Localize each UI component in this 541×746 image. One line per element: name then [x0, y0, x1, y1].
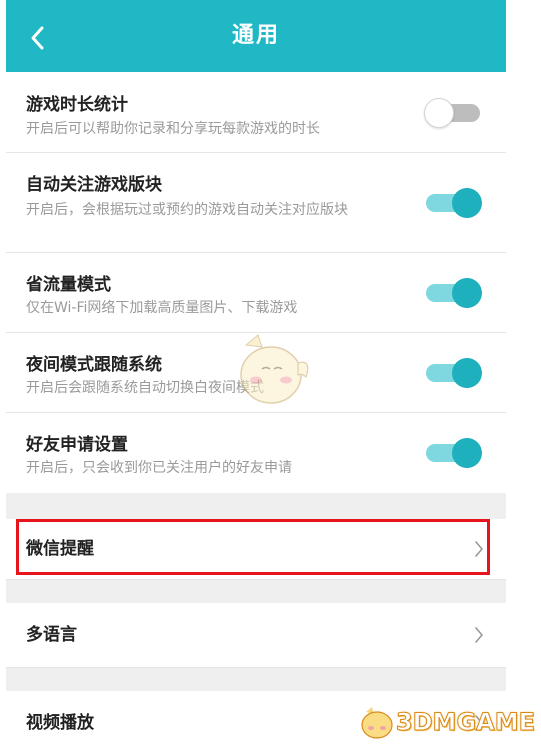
friend-requests-toggle[interactable] [424, 438, 482, 468]
chevron-right-icon [475, 715, 483, 731]
toggle-knob [424, 98, 454, 128]
setting-title: 游戏时长统计 [26, 95, 128, 115]
setting-title: 夜间模式跟随系统 [26, 355, 162, 375]
setting-data-saver: 省流量模式 仅在Wi-Fi网络下加载高质量图片、下载游戏 [6, 253, 506, 333]
section-divider [6, 668, 506, 691]
toggle-knob [452, 188, 482, 218]
setting-description: 开启后，只会收到你已关注用户的好友申请 [26, 460, 292, 476]
app-header: 通用 [6, 0, 506, 72]
section-divider [6, 493, 506, 519]
setting-title: 省流量模式 [26, 275, 111, 295]
wechat-reminder-row[interactable]: 微信提醒 [6, 519, 506, 580]
setting-description: 仅在Wi-Fi网络下加载高质量图片、下载游戏 [26, 300, 298, 316]
setting-game-time-stats: 游戏时长统计 开启后可以帮助你记录和分享玩每款游戏的时长 [6, 72, 506, 153]
page-title: 通用 [231, 23, 280, 48]
section-divider [6, 580, 506, 603]
row-label: 多语言 [26, 625, 77, 645]
settings-screen: 通用 游戏时长统计 开启后可以帮助你记录和分享玩每款游戏的时长 自动关注游戏版块… [6, 0, 506, 746]
setting-title: 自动关注游戏版块 [26, 175, 162, 195]
setting-friend-requests: 好友申请设置 开启后，只会收到你已关注用户的好友申请 [6, 413, 506, 493]
setting-description: 开启后可以帮助你记录和分享玩每款游戏的时长 [26, 121, 320, 137]
setting-description: 开启后会跟随系统自动切换白夜间模式 [26, 380, 264, 396]
setting-description: 开启后，会根据玩过或预约的游戏自动关注对应版块 [26, 202, 348, 218]
video-playback-row[interactable]: 视频播放 [6, 691, 506, 746]
night-mode-toggle[interactable] [424, 358, 482, 388]
setting-title: 好友申请设置 [26, 435, 128, 455]
data-saver-toggle[interactable] [424, 278, 482, 308]
row-label: 视频播放 [26, 713, 94, 733]
game-time-stats-toggle[interactable] [424, 98, 482, 128]
chevron-right-icon [475, 541, 483, 557]
setting-night-mode-follow-system: 夜间模式跟随系统 开启后会跟随系统自动切换白夜间模式 [6, 333, 506, 413]
language-row[interactable]: 多语言 [6, 603, 506, 668]
row-label: 微信提醒 [26, 539, 94, 559]
chevron-right-icon [475, 627, 483, 643]
toggle-knob [452, 358, 482, 388]
setting-auto-follow-forums: 自动关注游戏版块 开启后，会根据玩过或预约的游戏自动关注对应版块 [6, 153, 506, 253]
auto-follow-forums-toggle[interactable] [424, 188, 482, 218]
toggle-knob [452, 278, 482, 308]
toggle-knob [452, 438, 482, 468]
